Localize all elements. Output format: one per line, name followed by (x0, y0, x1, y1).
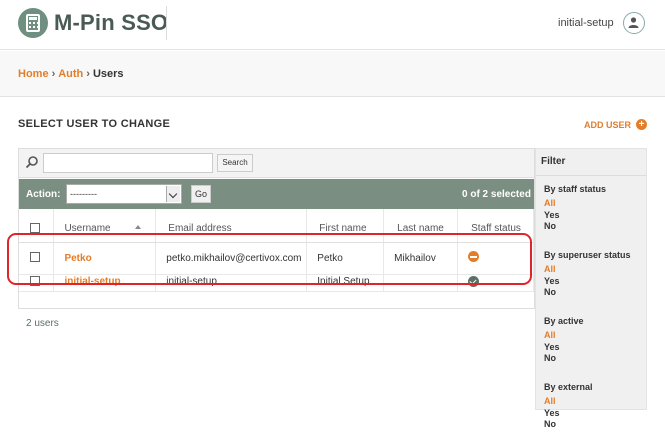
filter-option-yes[interactable]: Yes (544, 276, 646, 288)
highlight-annotation (7, 233, 532, 285)
filter-option-no[interactable]: No (544, 419, 646, 431)
filter-option-no[interactable]: No (544, 287, 646, 299)
filter-option-yes[interactable]: Yes (544, 408, 646, 420)
filter-option-all[interactable]: All (544, 396, 646, 408)
top-header: M-Pin SSO initial-setup (0, 0, 665, 50)
filter-option-all[interactable]: All (544, 198, 646, 210)
breadcrumb-separator: › (51, 68, 56, 80)
filter-option-yes[interactable]: Yes (544, 210, 646, 222)
brand-name: M-Pin SSO (54, 10, 169, 35)
breadcrumb-current: Users (92, 68, 124, 80)
search-button[interactable]: Search (217, 154, 253, 172)
calculator-logo-icon (18, 8, 48, 38)
filter-group-title: By external (544, 382, 593, 392)
result-count: 2 users (26, 318, 59, 329)
sort-ascending-icon[interactable] (135, 225, 142, 229)
action-label: Action: (26, 189, 61, 200)
breadcrumb: Home › Auth › Users (0, 51, 665, 97)
filter-option-all[interactable]: All (544, 264, 646, 276)
breadcrumb-home-link[interactable]: Home (18, 68, 49, 80)
filter-option-no[interactable]: No (544, 353, 646, 365)
filter-group-title: By active (544, 316, 584, 326)
filter-group-staff-status: By staff status All Yes No (536, 184, 646, 242)
chevron-down-icon (166, 186, 180, 202)
add-user-button[interactable]: ADD USER + (584, 119, 648, 130)
filter-group-title: By staff status (544, 184, 607, 194)
breadcrumb-auth-link[interactable]: Auth (58, 68, 83, 80)
filter-group-active: By active All Yes No (536, 316, 646, 374)
add-user-label: ADD USER (584, 119, 632, 130)
action-select[interactable]: --------- (66, 184, 182, 204)
current-user-name[interactable]: initial-setup (558, 17, 614, 29)
filter-title: Filter (536, 149, 646, 176)
plus-icon: + (636, 119, 648, 130)
filter-sidebar: Filter By staff status All Yes No By sup… (535, 148, 647, 429)
filter-option-all[interactable]: All (544, 330, 646, 342)
action-bar: Action: --------- Go 0 of 2 selected (19, 179, 534, 209)
select-all-checkbox[interactable] (30, 223, 40, 233)
filter-option-no[interactable]: No (544, 221, 646, 233)
filter-option-yes[interactable]: Yes (544, 342, 646, 354)
page-title: SELECT USER TO CHANGE (18, 118, 171, 130)
filter-group-superuser-status: By superuser status All Yes No (536, 250, 646, 308)
search-input[interactable] (43, 153, 213, 173)
header-divider (166, 6, 167, 40)
go-button[interactable]: Go (191, 185, 211, 203)
filter-group-external: By external All Yes No (536, 382, 646, 432)
filter-group-title: By superuser status (544, 250, 631, 260)
user-avatar-icon[interactable] (623, 12, 645, 34)
search-toolbar: Search (19, 149, 534, 178)
action-selected-option: --------- (70, 189, 97, 199)
breadcrumb-separator: › (86, 68, 90, 80)
search-icon (25, 156, 38, 169)
selection-counter: 0 of 2 selected (462, 189, 531, 200)
